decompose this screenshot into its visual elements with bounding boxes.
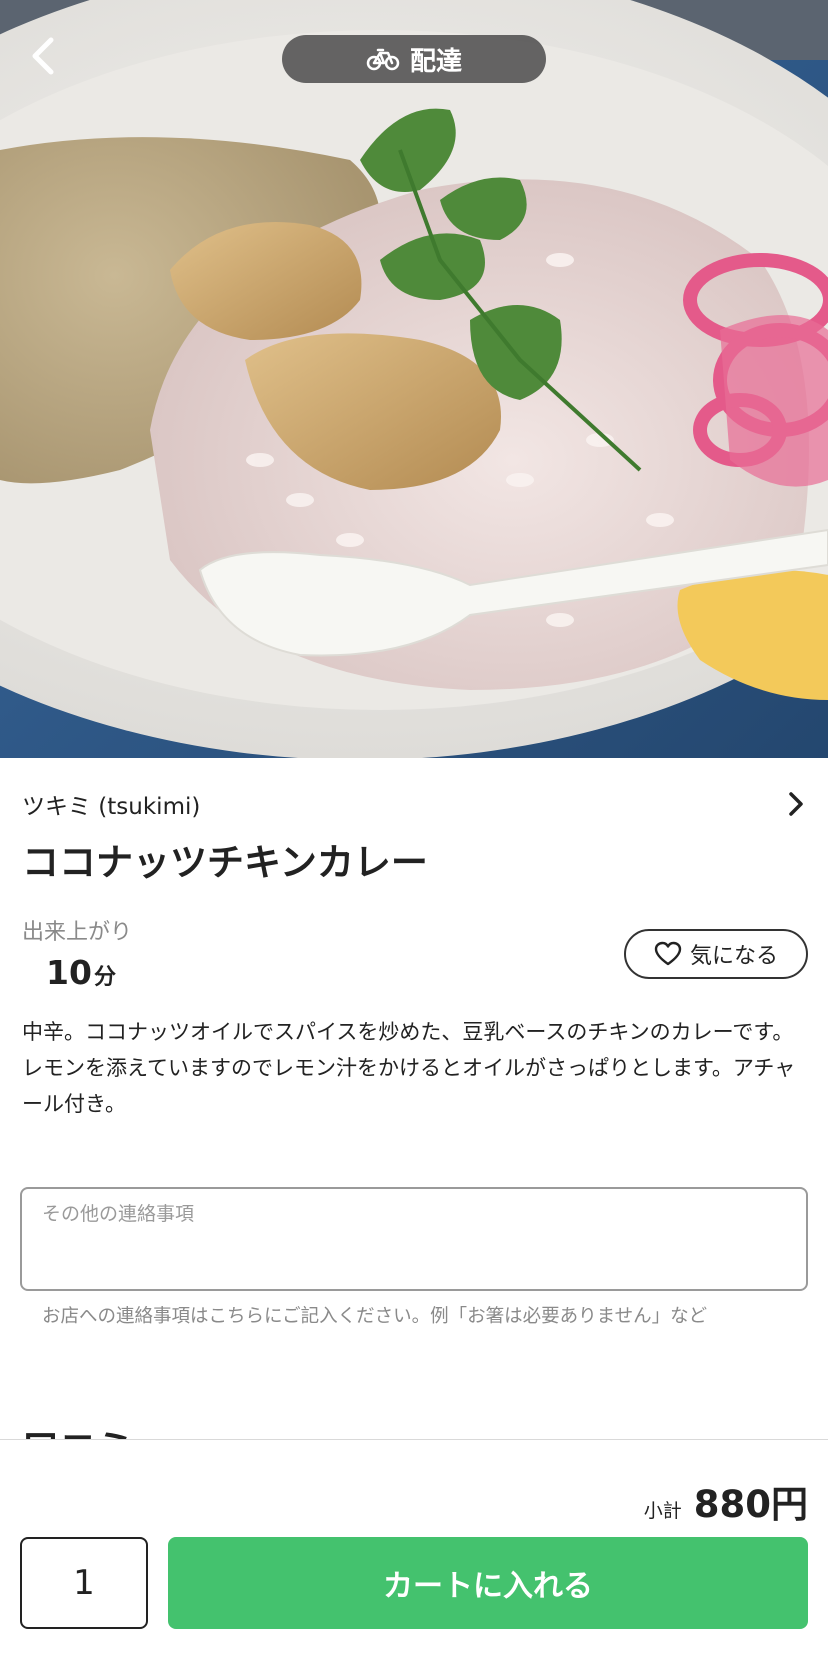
shop-link[interactable]: ツキミ (tsukimi) xyxy=(22,784,806,824)
subtotal-label: 小計 xyxy=(643,1500,682,1522)
ready-time-number: 10 xyxy=(46,953,92,992)
item-title: ココナッツチキンカレー xyxy=(22,841,428,884)
note-help-text: お店への連絡事項はこちらにご記入ください。例「お箸は必要ありません」など xyxy=(42,1306,708,1327)
ready-time-unit: 分 xyxy=(93,965,116,990)
subtotal: 小計 880円 xyxy=(644,1474,808,1528)
quantity-selector[interactable]: 1 xyxy=(20,1537,148,1629)
heart-icon xyxy=(654,941,682,966)
delivery-mode-label: 配達 xyxy=(409,46,462,77)
bicycle-icon xyxy=(366,47,400,71)
item-photo: 配達 xyxy=(0,0,828,758)
delivery-mode-badge: 配達 xyxy=(282,35,546,83)
favorite-button[interactable]: 気になる xyxy=(624,929,808,979)
chevron-left-icon xyxy=(32,37,54,75)
chevron-right-icon xyxy=(789,792,803,816)
add-to-cart-button[interactable]: カートに入れる xyxy=(168,1537,808,1629)
ready-time-label: 出来上がり xyxy=(22,920,133,945)
back-button[interactable] xyxy=(22,34,66,78)
shop-name: ツキミ (tsukimi) xyxy=(22,794,201,820)
note-field[interactable] xyxy=(20,1187,808,1291)
curry-photo-illustration xyxy=(0,0,828,758)
item-description: 中辛。ココナッツオイルでスパイスを炒めた、豆乳ベースのチキンのカレーです。レモン… xyxy=(22,1020,796,1116)
ready-time-value: 10 分 xyxy=(46,953,116,992)
subtotal-amount: 880円 xyxy=(693,1483,808,1526)
cart-bar: 小計 880円 1 カートに入れる xyxy=(0,1439,828,1661)
favorite-label: 気になる xyxy=(689,944,778,969)
